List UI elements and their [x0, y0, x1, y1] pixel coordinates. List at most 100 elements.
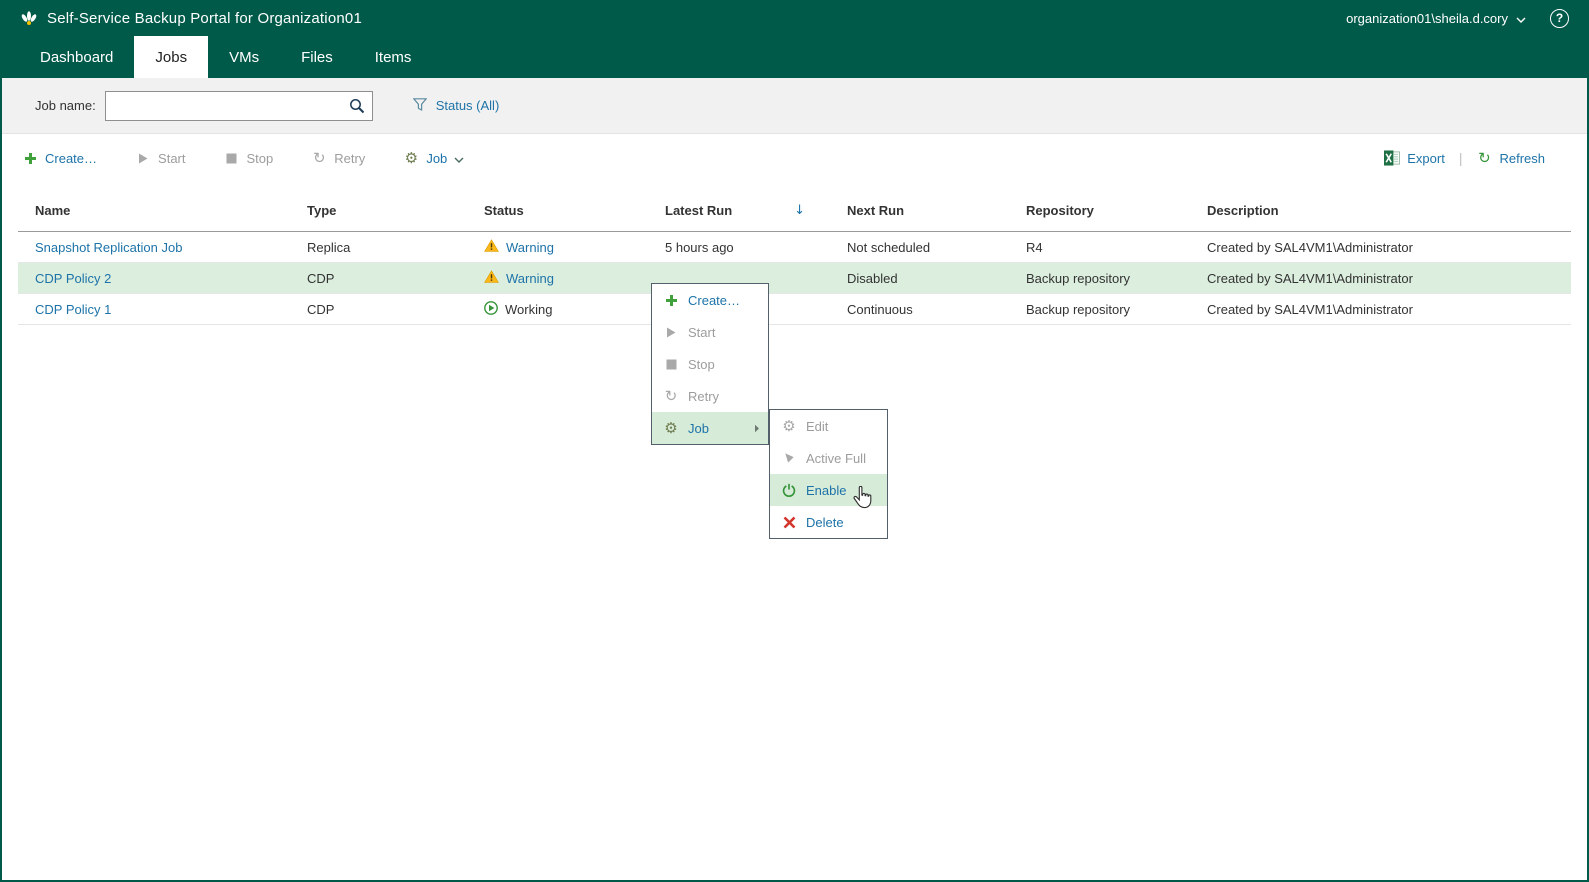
retry-button[interactable]: ↻ Retry [311, 148, 366, 167]
filter-bar: Job name: Status (All) [2, 78, 1587, 134]
tab-dashboard[interactable]: Dashboard [19, 36, 134, 78]
jobs-table: Name Type Status Latest Run ↓ Next Run R… [18, 190, 1571, 325]
active-full-icon [781, 452, 797, 465]
tab-vms[interactable]: VMs [208, 36, 280, 78]
retry-label: Retry [334, 150, 366, 166]
tab-files[interactable]: Files [280, 36, 354, 78]
description-cell: Created by SAL4VM1\Administrator [1207, 270, 1413, 286]
menu-item-label: Start [688, 324, 716, 340]
sort-desc-icon: ↓ [794, 203, 806, 218]
self-service-backup-portal: Self-Service Backup Portal for Organizat… [0, 0, 1589, 882]
context-menu-item-stop[interactable]: Stop [652, 348, 768, 380]
table-header-row: Name Type Status Latest Run ↓ Next Run R… [18, 190, 1571, 232]
toolbar-divider: | [1458, 150, 1463, 166]
plus-icon [22, 152, 38, 165]
chevron-down-icon [454, 151, 464, 166]
refresh-label: Refresh [1499, 150, 1545, 166]
job-label: Job [426, 150, 448, 166]
context-menu-item-create[interactable]: Create… [652, 284, 768, 316]
column-header-next-run[interactable]: Next Run [847, 203, 1026, 218]
veeam-logo-icon [20, 10, 38, 26]
job-name-searchbox [104, 90, 373, 121]
submenu-item-delete[interactable]: Delete [770, 506, 887, 538]
stop-button[interactable]: Stop [224, 151, 273, 166]
user-menu[interactable]: organization01\sheila.d.cory [1346, 11, 1526, 26]
gear-icon: ⚙ [782, 416, 796, 435]
gear-icon: ⚙ [664, 418, 678, 437]
submenu-item-edit[interactable]: ⚙ Edit [770, 410, 887, 442]
export-label: Export [1407, 150, 1445, 166]
submenu-arrow-icon [754, 424, 760, 433]
job-menu-button[interactable]: ⚙ Job [403, 148, 464, 167]
repository-cell: Backup repository [1026, 270, 1131, 286]
tab-items[interactable]: Items [354, 36, 433, 78]
context-menu-item-start[interactable]: Start [652, 316, 768, 348]
status-filter[interactable]: Status (All) [412, 97, 500, 114]
working-icon [484, 300, 498, 318]
help-button[interactable]: ? [1550, 8, 1569, 28]
column-header-name[interactable]: Name [35, 203, 307, 218]
user-name: organization01\sheila.d.cory [1346, 10, 1508, 26]
job-name-link[interactable]: CDP Policy 1 [35, 302, 307, 317]
repository-cell: Backup repository [1026, 301, 1131, 317]
menu-item-label: Delete [806, 514, 844, 530]
status-filter-label: Status (All) [435, 98, 500, 113]
refresh-icon: ↻ [1478, 148, 1491, 167]
menu-item-label: Job [688, 420, 709, 436]
status-label: Working [505, 301, 553, 317]
filter-funnel-icon [412, 97, 428, 114]
job-submenu: ⚙ Edit Active Full Enable Delete [769, 409, 888, 539]
toolbar-right: Export | ↻ Refresh [1384, 150, 1545, 166]
search-icon[interactable] [349, 98, 365, 117]
menu-item-label: Active Full [806, 450, 866, 466]
column-header-description[interactable]: Description [1207, 203, 1571, 218]
menu-item-label: Stop [688, 356, 715, 372]
submenu-item-enable[interactable]: Enable [770, 474, 887, 506]
repository-cell: R4 [1026, 239, 1043, 255]
menu-item-label: Create… [688, 292, 741, 308]
chevron-down-icon [1516, 11, 1526, 26]
tab-jobs[interactable]: Jobs [134, 36, 209, 78]
play-icon [135, 152, 151, 165]
retry-icon: ↻ [664, 386, 678, 405]
retry-icon: ↻ [312, 148, 326, 167]
create-button[interactable]: Create… [22, 151, 97, 166]
next-run-cell: Not scheduled [847, 239, 931, 255]
column-header-status[interactable]: Status [484, 203, 665, 218]
column-header-latest-run[interactable]: Latest Run ↓ [665, 203, 847, 218]
latest-run-label: Latest Run [665, 203, 733, 218]
page-title: Self-Service Backup Portal for Organizat… [47, 9, 362, 27]
warning-icon [484, 239, 499, 255]
refresh-button[interactable]: ↻ Refresh [1476, 148, 1545, 167]
table-row-selected[interactable]: CDP Policy 2 CDP Warning Disabled Backup… [18, 263, 1571, 294]
jobs-toolbar: Create… Start Stop ↻ Retry ⚙ Job Export … [2, 134, 1587, 182]
help-label: ? [1555, 11, 1564, 25]
context-menu: Create… Start Stop ↻ Retry ⚙ Job [651, 283, 769, 445]
export-button[interactable]: Export [1384, 150, 1445, 166]
plus-icon [663, 294, 679, 307]
job-name-input[interactable] [104, 90, 373, 121]
table-row[interactable]: CDP Policy 1 CDP Working Continuous Back… [18, 294, 1571, 325]
status-link[interactable]: Warning [506, 240, 554, 255]
stop-icon [224, 153, 240, 164]
job-name-link[interactable]: CDP Policy 2 [35, 271, 307, 286]
gear-icon: ⚙ [404, 148, 419, 167]
menu-item-label: Enable [806, 482, 847, 498]
table-row[interactable]: Snapshot Replication Job Replica Warning… [18, 232, 1571, 263]
top-header: Self-Service Backup Portal for Organizat… [2, 0, 1587, 36]
status-link[interactable]: Warning [506, 271, 554, 286]
status-cell: Warning [484, 270, 665, 286]
job-type-cell: CDP [307, 270, 335, 286]
job-type-cell: CDP [307, 301, 335, 317]
submenu-item-active-full[interactable]: Active Full [770, 442, 887, 474]
job-name-link[interactable]: Snapshot Replication Job [35, 240, 307, 255]
start-button[interactable]: Start [135, 151, 186, 166]
column-header-repository[interactable]: Repository [1026, 203, 1207, 218]
context-menu-item-job[interactable]: ⚙ Job [652, 412, 768, 444]
excel-export-icon [1384, 150, 1401, 166]
main-tabs: Dashboard Jobs VMs Files Items [2, 36, 1587, 78]
context-menu-item-retry[interactable]: ↻ Retry [652, 380, 768, 412]
column-header-type[interactable]: Type [307, 203, 484, 218]
next-run-cell: Disabled [847, 270, 898, 286]
description-cell: Created by SAL4VM1\Administrator [1207, 301, 1413, 317]
